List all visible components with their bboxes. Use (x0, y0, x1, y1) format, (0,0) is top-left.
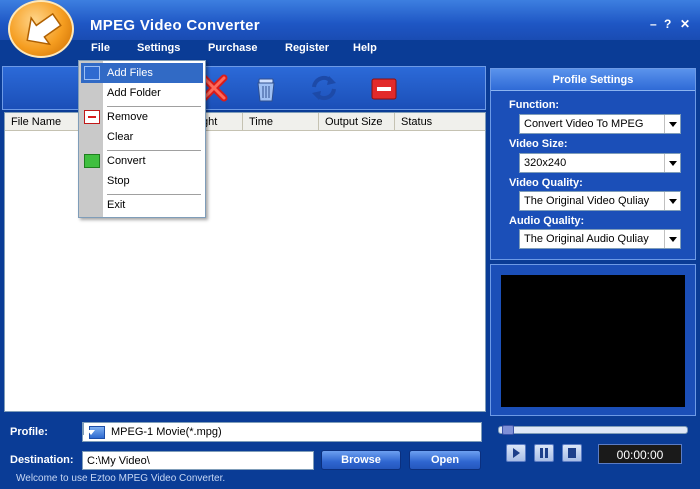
function-label: Function: (509, 99, 560, 111)
chevron-down-icon[interactable] (83, 423, 84, 435)
profile-value: MPEG-1 Movie(*.mpg) (111, 426, 222, 438)
preview-frame (490, 264, 696, 416)
menu-clear[interactable]: Clear (81, 127, 203, 147)
video-preview (501, 275, 685, 407)
profile-label: Profile: (10, 426, 48, 438)
menu-stop[interactable]: Stop (81, 171, 203, 191)
file-list[interactable]: File Name ght Time Output Size Status (4, 112, 486, 412)
seek-bar[interactable] (498, 426, 688, 434)
audio-quality-label: Audio Quality: (509, 215, 585, 227)
menu-exit-label: Exit (107, 199, 126, 211)
menu-help[interactable]: Help (353, 42, 377, 54)
video-size-select[interactable]: 320x240 (519, 153, 681, 173)
close-button[interactable]: ✕ (680, 17, 690, 31)
time-display: 00:00:00 (598, 444, 682, 464)
app-title: MPEG Video Converter (90, 17, 260, 34)
column-status[interactable]: Status (395, 113, 485, 131)
remove-icon (84, 110, 100, 124)
minimize-button[interactable]: – (650, 17, 657, 31)
file-dropdown-menu: Add Files Add Folder Remove Clear Conver… (78, 60, 206, 218)
arrow-logo-icon (26, 12, 62, 46)
app-logo (8, 0, 74, 58)
chevron-down-icon[interactable] (664, 115, 680, 133)
video-quality-select[interactable]: The Original Video Quliay (519, 191, 681, 211)
menu-stop-label: Stop (107, 175, 130, 187)
profile-select[interactable]: MPEG-1 Movie(*.mpg) (82, 422, 482, 442)
menu-clear-label: Clear (107, 131, 134, 143)
menu-remove-label: Remove (107, 111, 148, 123)
video-size-value: 320x240 (524, 157, 567, 169)
video-quality-label: Video Quality: (509, 177, 583, 189)
menu-register[interactable]: Register (285, 42, 329, 54)
video-quality-value: The Original Video Quliay (524, 195, 650, 207)
stop-icon[interactable] (369, 73, 399, 103)
menu-add-folder[interactable]: Add Folder (81, 83, 203, 103)
toolbar (2, 66, 486, 110)
file-list-header: File Name ght Time Output Size Status (5, 113, 485, 131)
menu-add-folder-label: Add Folder (107, 87, 161, 99)
pause-button[interactable] (534, 444, 554, 462)
function-select[interactable]: Convert Video To MPEG (519, 114, 681, 134)
audio-quality-select[interactable]: The Original Audio Quliay (519, 229, 681, 249)
menu-add-files-label: Add Files (107, 67, 153, 79)
video-size-label: Video Size: (509, 138, 568, 150)
column-output-size[interactable]: Output Size (319, 113, 395, 131)
column-time[interactable]: Time (243, 113, 319, 131)
refresh-icon[interactable] (309, 73, 339, 103)
trash-icon[interactable] (251, 73, 281, 103)
open-button[interactable]: Open (409, 450, 481, 470)
menu-convert-label: Convert (107, 155, 146, 167)
play-icon (513, 448, 520, 458)
destination-label: Destination: (10, 454, 74, 466)
profile-settings-title: Profile Settings (491, 69, 695, 91)
menu-add-files[interactable]: Add Files (81, 63, 203, 83)
destination-input[interactable] (82, 451, 314, 470)
chevron-down-icon[interactable] (664, 230, 680, 248)
menu-convert[interactable]: Convert (81, 151, 203, 171)
play-button[interactable] (506, 444, 526, 462)
pause-icon (540, 448, 548, 458)
profile-settings-panel: Profile Settings Function: Convert Video… (490, 68, 696, 260)
add-files-icon (84, 66, 100, 80)
menu-file[interactable]: File (91, 42, 110, 54)
status-bar-text: Welcome to use Eztoo MPEG Video Converte… (16, 473, 226, 484)
menu-purchase[interactable]: Purchase (208, 42, 258, 54)
chevron-down-icon[interactable] (664, 154, 680, 172)
function-value: Convert Video To MPEG (524, 118, 644, 130)
menu-remove[interactable]: Remove (81, 107, 203, 127)
menu-exit[interactable]: Exit (81, 195, 203, 215)
stop-square-icon (568, 448, 576, 458)
convert-icon (84, 154, 100, 168)
browse-button[interactable]: Browse (321, 450, 401, 470)
chevron-down-icon[interactable] (664, 192, 680, 210)
audio-quality-value: The Original Audio Quliay (524, 233, 649, 245)
title-bar: MPEG Video Converter – ? ✕ (0, 0, 700, 40)
help-button[interactable]: ? (664, 17, 671, 31)
seek-thumb[interactable] (502, 425, 514, 435)
menu-settings[interactable]: Settings (137, 42, 180, 54)
stop-playback-button[interactable] (562, 444, 582, 462)
